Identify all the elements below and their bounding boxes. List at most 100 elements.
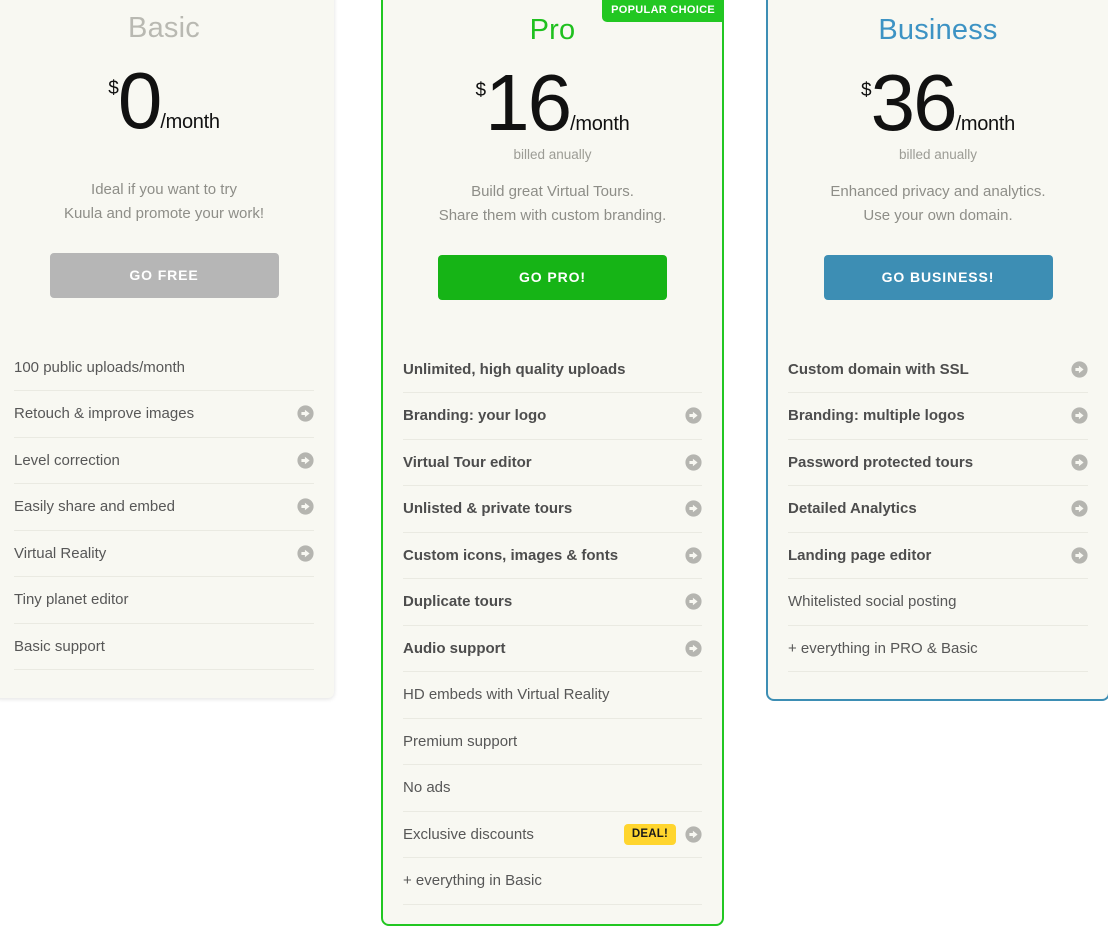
arrow-circle-right-icon[interactable] [1071, 547, 1088, 564]
feature-row: Level correction [14, 438, 314, 485]
arrow-circle-right-icon[interactable] [297, 498, 314, 515]
arrow-circle-right-icon[interactable] [685, 640, 702, 657]
cta-button-business[interactable]: GO BUSINESS! [823, 254, 1053, 300]
feature-label: Exclusive discounts [403, 825, 534, 843]
description-line: Ideal if you want to try [91, 181, 237, 198]
description-line: Build great Virtual Tours. [471, 183, 634, 200]
cta-button-pro[interactable]: GO PRO! [438, 254, 667, 300]
feature-label: + everything in Basic [403, 872, 542, 890]
feature-row: Unlisted & private tours [403, 486, 702, 533]
feature-row: Password protected tours [788, 440, 1088, 487]
feature-label: Custom domain with SSL [788, 360, 969, 378]
currency-symbol: $ [475, 80, 487, 101]
feature-label: Retouch & improve images [14, 405, 195, 423]
price-pro: $16/month [403, 63, 702, 143]
feature-row: Landing page editor [788, 533, 1088, 580]
pricing-card-pro: POPULAR CHOICE Pro $16/month billed anually… [381, 0, 724, 926]
arrow-circle-right-icon[interactable] [685, 407, 702, 424]
arrow-circle-right-icon[interactable] [685, 547, 702, 564]
feature-row: Branding: your logo [403, 393, 702, 440]
feature-list-basic: 100 public uploads/month Retouch & improv… [14, 345, 314, 671]
description-line: Enhanced privacy and analytics. [830, 183, 1046, 200]
arrow-circle-right-icon[interactable] [1071, 454, 1088, 471]
feature-row: Audio support [403, 626, 702, 673]
feature-list-pro: Unlimited, high quality uploads Branding:… [403, 347, 702, 905]
pricing-card-basic: Basic $0/month Ideal if you want to try Kuu… [0, 0, 334, 698]
arrow-circle-right-icon[interactable] [297, 405, 314, 422]
feature-row: Unlimited, high quality uploads [403, 347, 702, 394]
billing-note-business: billed anually [898, 147, 978, 162]
currency-symbol: $ [861, 80, 872, 101]
feature-row: Whitelisted social posting [788, 579, 1088, 626]
feature-label: Level correction [14, 451, 120, 469]
cta-container-business: GO BUSINESS! [788, 254, 1088, 300]
arrow-circle-right-icon[interactable] [1071, 500, 1088, 517]
feature-row: Easily share and embed [14, 484, 314, 531]
plan-description-basic: Ideal if you want to try Kuula and promot… [14, 178, 314, 227]
feature-label: Detailed Analytics [788, 500, 917, 518]
feature-label: Virtual Tour editor [403, 453, 532, 471]
feature-row: Custom icons, images & fonts [403, 533, 702, 580]
plan-description-pro: Build great Virtual Tours. Share them wit… [403, 180, 702, 229]
feature-label: Branding: your logo [403, 407, 547, 425]
feature-label: HD embeds with Virtual Reality [403, 686, 610, 704]
feature-row: Virtual Tour editor [403, 440, 702, 487]
feature-row: Retouch & improve images [14, 391, 314, 438]
plan-title-basic: Basic [128, 12, 200, 44]
arrow-circle-right-icon[interactable] [1071, 407, 1088, 424]
feature-row: Premium support [403, 719, 702, 766]
price-period: /month [570, 113, 630, 135]
arrow-circle-right-icon[interactable] [685, 500, 702, 517]
feature-list-business: Custom domain with SSL Branding: multiple… [788, 347, 1088, 673]
feature-label: No ads [403, 779, 451, 797]
feature-label: Premium support [403, 732, 518, 750]
cta-button-basic[interactable]: GO FREE [49, 252, 279, 298]
feature-label: Unlisted & private tours [403, 500, 573, 518]
arrow-circle-right-icon[interactable] [297, 545, 314, 562]
deal-badge: DEAL! [623, 823, 676, 846]
feature-label: Virtual Reality [14, 544, 107, 562]
feature-row: HD embeds with Virtual Reality [403, 672, 702, 719]
feature-row: + everything in PRO & Basic [788, 626, 1088, 673]
billing-note-pro: billed anually [513, 147, 592, 162]
feature-row: Basic support [14, 624, 314, 671]
feature-label: Tiny planet editor [14, 591, 129, 609]
feature-label: Audio support [403, 639, 506, 657]
description-line: Use your own domain. [863, 207, 1013, 225]
feature-label: Easily share and embed [14, 498, 175, 516]
currency-symbol: $ [108, 78, 119, 99]
feature-row: Tiny planet editor [14, 577, 314, 624]
feature-row: Custom domain with SSL [788, 347, 1088, 394]
feature-label: Duplicate tours [403, 593, 513, 611]
price-period: /month [955, 113, 1016, 135]
feature-row: Virtual Reality [14, 531, 314, 578]
feature-label: Landing page editor [788, 546, 932, 564]
arrow-circle-right-icon[interactable] [685, 593, 702, 610]
feature-row: 100 public uploads/month [14, 345, 314, 392]
feature-label: + everything in PRO & Basic [788, 639, 978, 657]
price-amount: 36 [870, 58, 958, 147]
arrow-circle-right-icon[interactable] [685, 826, 702, 843]
cta-container-pro: GO PRO! [403, 254, 702, 300]
feature-label: Branding: multiple logos [788, 407, 965, 425]
pricing-table: Basic $0/month Ideal if you want to try Kuu… [0, 0, 1108, 931]
plan-title-business: Business [878, 14, 998, 46]
feature-row: No ads [403, 765, 702, 812]
feature-row: Duplicate tours [403, 579, 702, 626]
arrow-circle-right-icon[interactable] [685, 454, 702, 471]
description-line: Share them with custom branding. [438, 207, 667, 225]
arrow-circle-right-icon[interactable] [1071, 361, 1088, 378]
price-amount: 16 [485, 58, 572, 147]
plan-description-business: Enhanced privacy and analytics. Use your … [788, 180, 1088, 229]
price-period: /month [160, 111, 220, 133]
feature-label: Basic support [14, 637, 105, 655]
feature-label: Password protected tours [788, 453, 974, 471]
pricing-card-business: Business $36/month billed anually Enhanced … [766, 0, 1108, 701]
arrow-circle-right-icon[interactable] [297, 452, 314, 469]
feature-row: Exclusive discounts DEAL! [403, 812, 702, 859]
feature-row: Detailed Analytics [788, 486, 1088, 533]
feature-row: + everything in Basic [403, 858, 702, 905]
feature-label: 100 public uploads/month [14, 358, 185, 376]
feature-label: Unlimited, high quality uploads [403, 360, 626, 378]
popular-choice-badge: POPULAR CHOICE [602, 0, 724, 22]
